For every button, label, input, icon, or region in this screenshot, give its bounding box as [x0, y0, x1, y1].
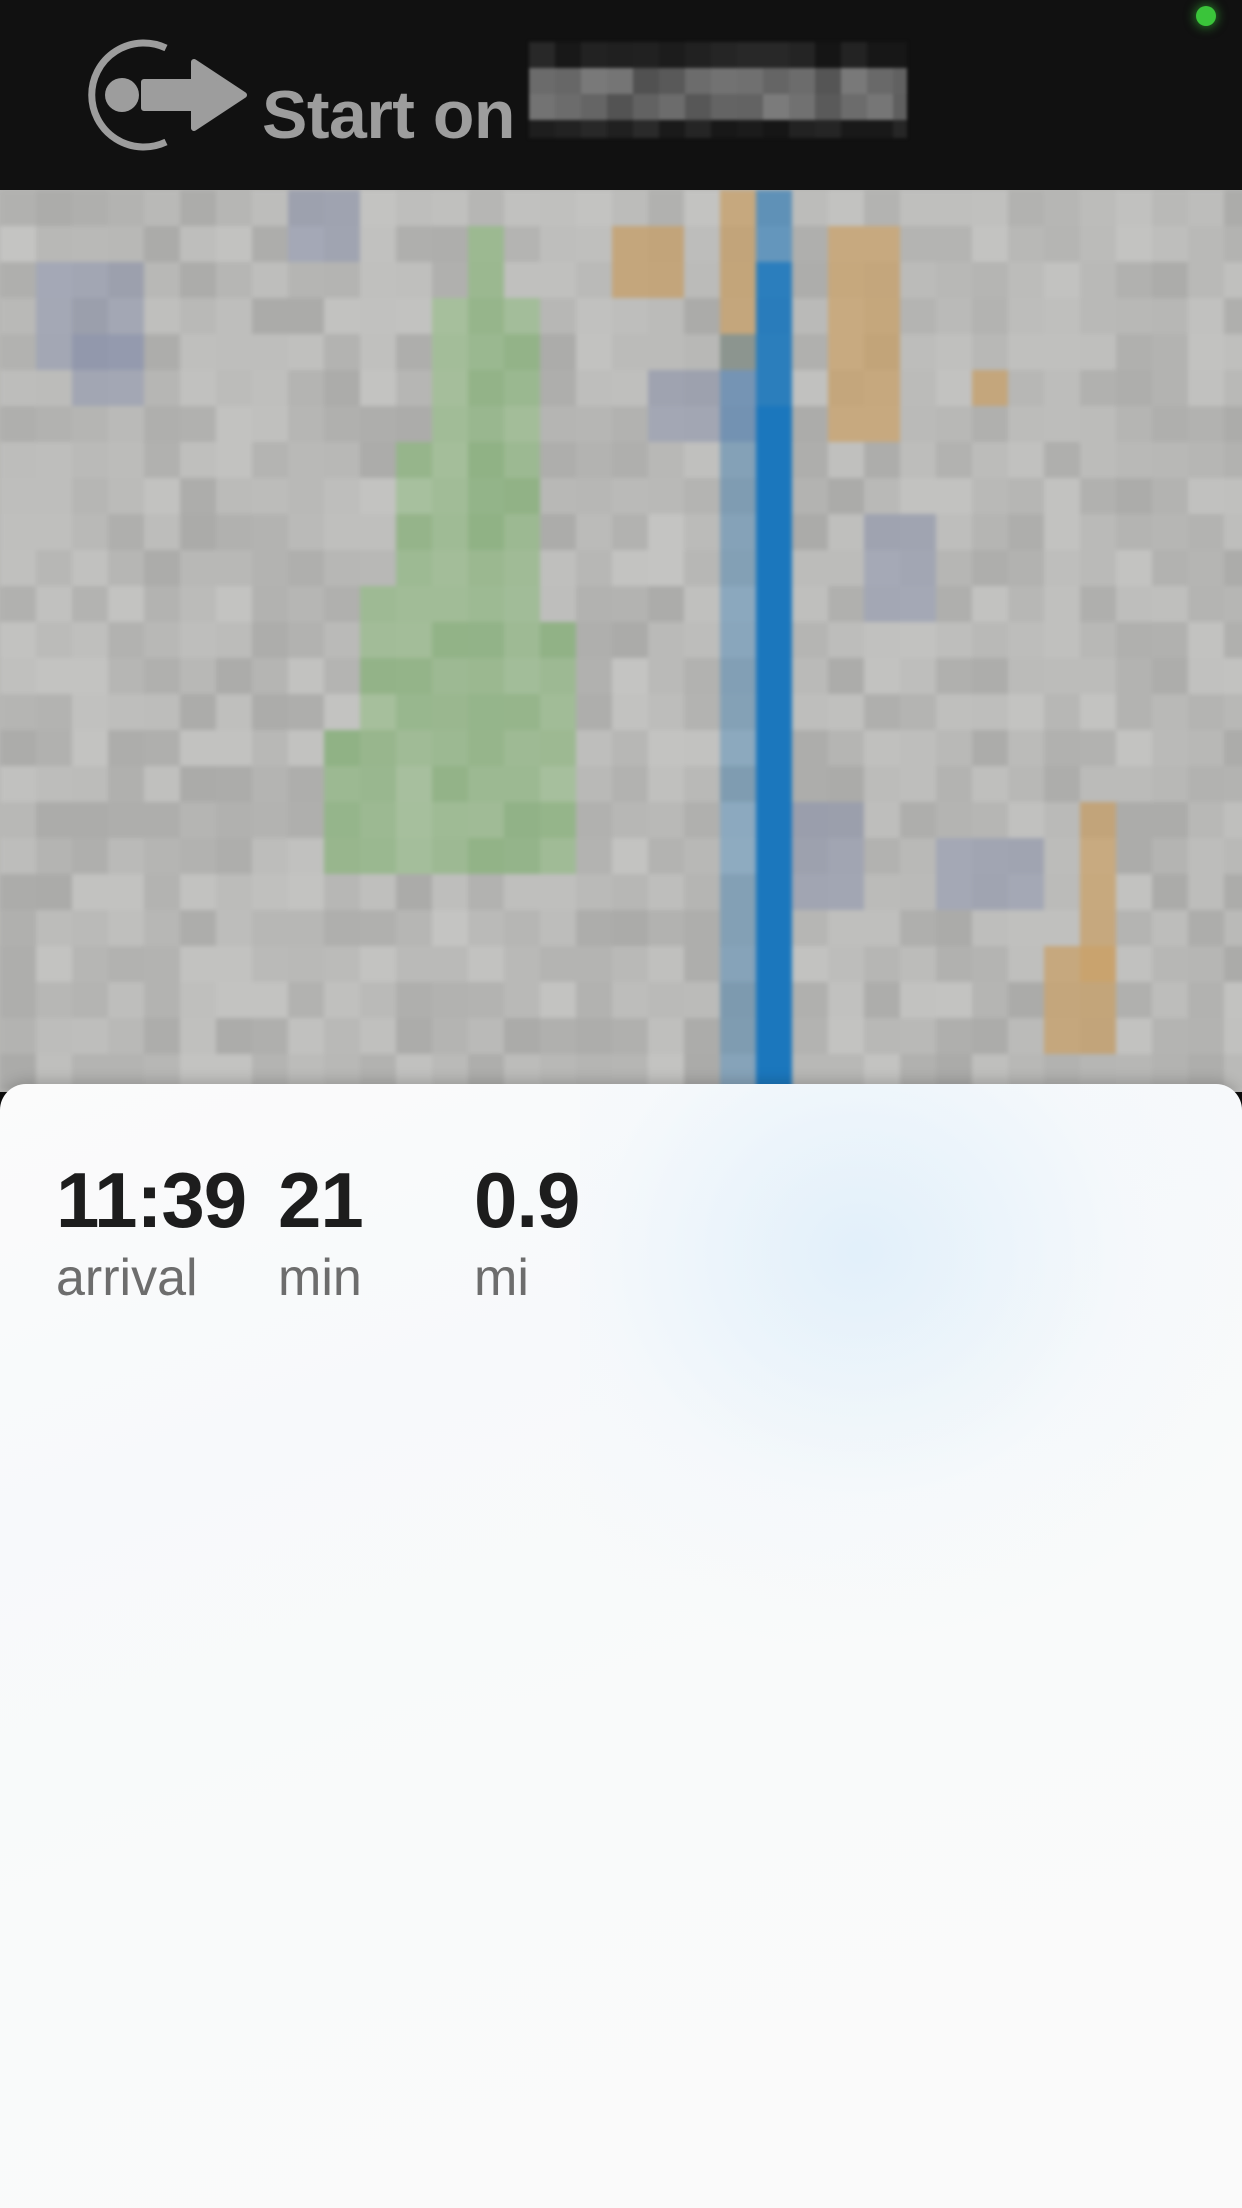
- instruction-text-group: Start on: [262, 41, 907, 153]
- eta-arrival-block: 11:39 arrival: [56, 1156, 278, 1311]
- map-pixelated-tiles: [0, 190, 1242, 1092]
- eta-summary-row: 11:39 arrival 21 min 0.9 mi: [0, 1084, 1242, 1344]
- arrival-time-value: 11:39: [56, 1156, 247, 1244]
- duration-value: 21: [278, 1156, 364, 1244]
- eta-distance-block: 0.9 mi: [474, 1156, 674, 1311]
- distance-value: 0.9: [474, 1156, 580, 1244]
- trip-info-sheet: 11:39 arrival 21 min 0.9 mi: [0, 1084, 1242, 2208]
- arrival-time-label: arrival: [56, 1249, 198, 1308]
- street-name-redacted: [528, 41, 907, 138]
- distance-label: mi: [474, 1249, 529, 1308]
- map-view[interactable]: [0, 190, 1242, 1092]
- navigation-instruction-bar[interactable]: Start on: [0, 0, 1242, 190]
- u-turn-arrow-icon: [58, 34, 250, 156]
- eta-duration-block: 21 min: [278, 1156, 474, 1311]
- recording-indicator-dot: [1196, 6, 1216, 26]
- instruction-prefix: Start on: [262, 76, 515, 153]
- duration-label: min: [278, 1249, 362, 1308]
- phone-screen: Start on 11:39 arrival 21 min 0.9 mi: [0, 0, 1242, 2208]
